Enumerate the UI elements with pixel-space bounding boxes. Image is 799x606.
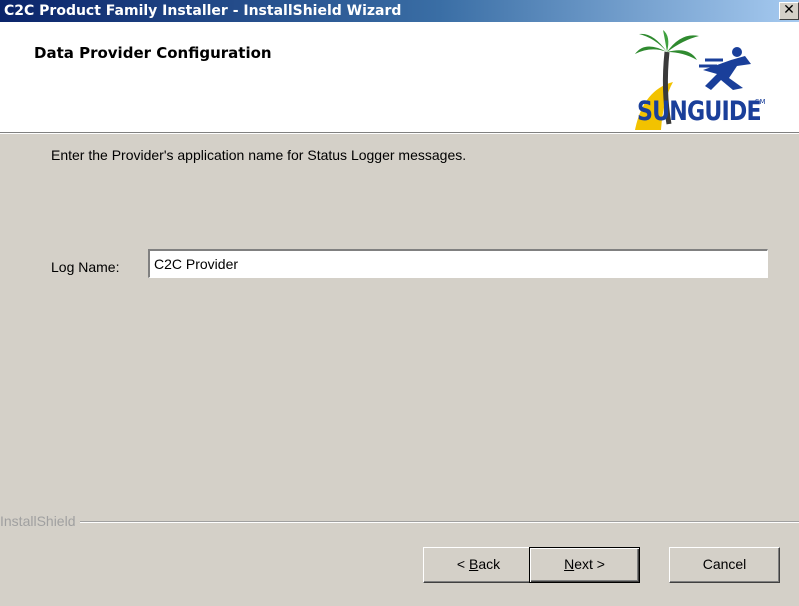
cancel-label: Cancel (702, 556, 747, 572)
header-divider-highlight (0, 133, 799, 134)
logo-wordmark: SUNGUIDE (637, 96, 762, 127)
back-prefix: < (456, 556, 469, 572)
back-mnemonic: B (468, 556, 479, 572)
back-label-rest: ack (478, 556, 501, 572)
cancel-button[interactable]: Cancel (669, 547, 780, 583)
logo-trademark: SM (755, 98, 766, 106)
next-button[interactable]: Next > (529, 547, 640, 583)
next-mnemonic: N (564, 556, 575, 572)
log-name-input[interactable] (148, 249, 768, 278)
close-button[interactable]: ✕ (779, 2, 799, 20)
title-bar: C2C Product Family Installer - InstallSh… (0, 0, 799, 22)
next-label-rest: ext > (574, 556, 605, 572)
sunguide-logo: SUNGUIDE SM (633, 30, 768, 132)
window-title: C2C Product Family Installer - InstallSh… (4, 3, 402, 19)
brand-divider-highlight (0, 522, 799, 523)
wizard-header: Data Provider Configuration SUNGUIDE SM (0, 22, 799, 132)
close-icon: ✕ (783, 2, 795, 18)
log-name-label: Log Name: (51, 259, 120, 275)
brand-label: InstallShield (0, 514, 80, 528)
back-button[interactable]: < Back (423, 547, 534, 583)
installshield-branding: InstallShield (0, 514, 799, 528)
page-title: Data Provider Configuration (34, 44, 272, 62)
instruction-text: Enter the Provider's application name fo… (51, 147, 467, 163)
